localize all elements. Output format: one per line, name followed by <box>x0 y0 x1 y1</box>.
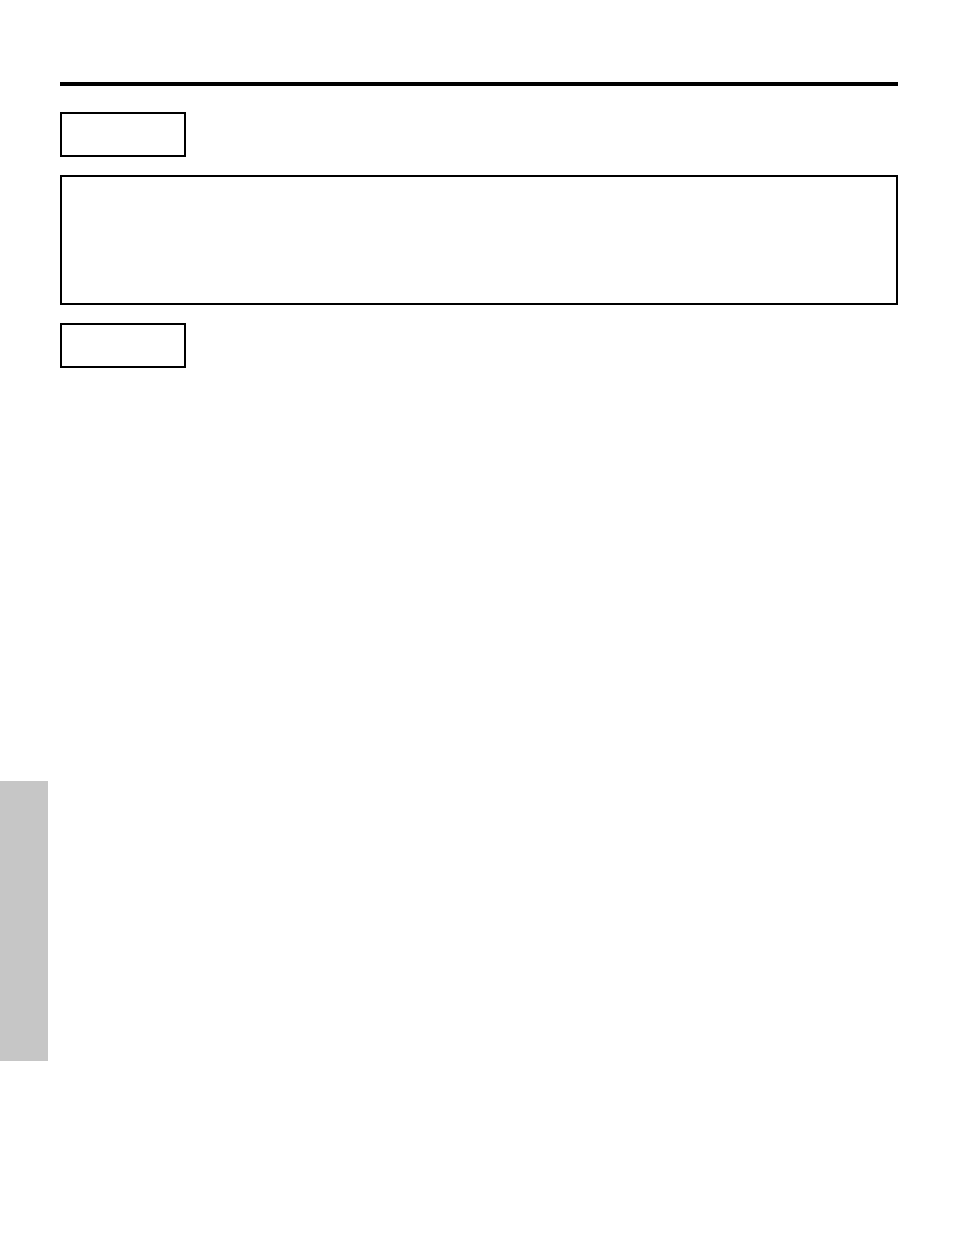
box-small-bottom <box>60 323 186 368</box>
document-page <box>0 0 954 1235</box>
side-tab <box>0 781 48 1061</box>
box-small-top <box>60 112 186 157</box>
box-large-middle <box>60 175 898 305</box>
top-divider <box>60 82 898 86</box>
